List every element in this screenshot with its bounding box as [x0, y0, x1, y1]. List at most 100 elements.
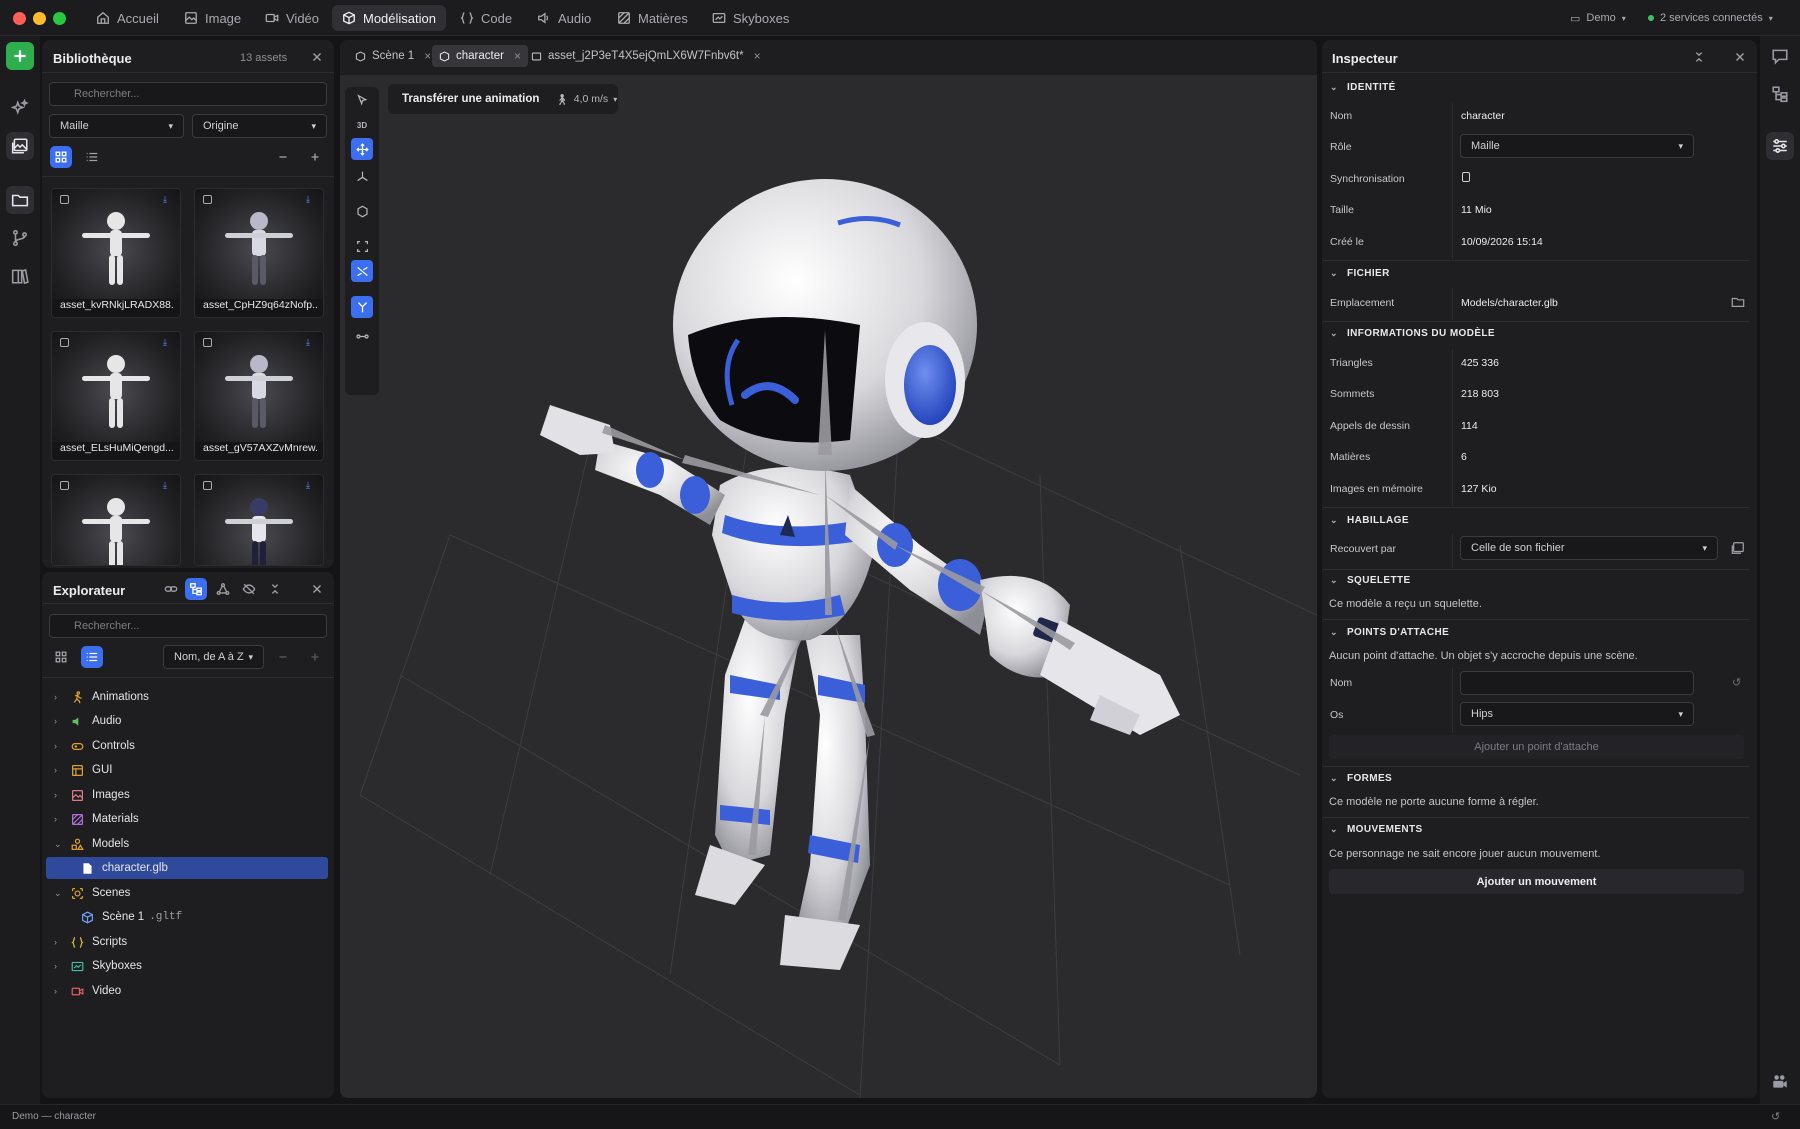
bone-view-tool[interactable] — [351, 260, 373, 282]
explorer-search-input[interactable]: Rechercher... — [49, 614, 327, 638]
role-select[interactable]: Maille ▾ — [1460, 134, 1694, 158]
tab-video[interactable]: Vidéo — [255, 5, 329, 31]
tree-item-models[interactable]: ⌄ Models — [46, 833, 328, 855]
asset-card[interactable]: ⤓ asset_gV57AXZvMnrew... — [194, 331, 324, 461]
tab-image[interactable]: Image — [174, 5, 251, 31]
tree-item-scripts[interactable]: › Scripts — [46, 931, 328, 953]
open-folder-button[interactable] — [1727, 291, 1749, 313]
inspector-toggle-button[interactable] — [1766, 132, 1794, 160]
add-button[interactable] — [6, 42, 34, 70]
maximize-window-button[interactable] — [53, 12, 66, 25]
material-library-button[interactable] — [1727, 537, 1749, 559]
axes-tool[interactable] — [351, 165, 373, 187]
project-selector[interactable]: ▭ Demo ▾ — [1570, 5, 1626, 31]
section-attach-header[interactable]: ⌄ POINTS D'ATTACHE — [1330, 627, 1449, 638]
tree-item-scene-1[interactable]: Scène 1 .gltf — [46, 906, 328, 928]
origin-filter-select[interactable]: Origine ▾ — [192, 114, 327, 138]
tree-item-animations[interactable]: › Animations — [46, 686, 328, 708]
section-shapes-header[interactable]: ⌄ FORMES — [1330, 773, 1392, 784]
tab-skyboxes[interactable]: Skyboxes — [702, 5, 799, 31]
add-attach-point-button[interactable]: Ajouter un point d'attache — [1329, 735, 1744, 759]
close-tab-icon[interactable]: × — [754, 49, 761, 63]
skeleton-tool[interactable] — [351, 296, 373, 318]
tab-code[interactable]: Code — [450, 5, 522, 31]
asset-card[interactable]: ⤓ — [51, 474, 181, 566]
3d-tool[interactable]: 3D — [351, 114, 373, 136]
tree-item-materials[interactable]: › Materials — [46, 808, 328, 830]
tab-audio[interactable]: Audio — [527, 5, 601, 31]
asset-card[interactable]: ⤓ asset_CpHZ9q64zNofp... — [194, 188, 324, 318]
rail-explorer-button[interactable] — [6, 186, 34, 214]
zoom-out-button[interactable] — [272, 646, 294, 668]
sort-select[interactable]: Nom, de A à Z ▾ — [163, 645, 264, 669]
hide-button[interactable] — [238, 578, 260, 600]
close-tab-icon[interactable]: × — [514, 49, 521, 63]
section-moves-header[interactable]: ⌄ MOUVEMENTS — [1330, 824, 1423, 835]
tree-item-skyboxes[interactable]: › Skyboxes — [46, 955, 328, 977]
tree-item-character-glb[interactable]: character.glb — [46, 857, 328, 879]
chat-button[interactable] — [1766, 42, 1794, 70]
list-view-button[interactable] — [81, 146, 103, 168]
tree-item-video[interactable]: › Video — [46, 980, 328, 1002]
section-file-header[interactable]: ⌄ FICHIER — [1330, 268, 1390, 279]
history-icon[interactable]: ↺ — [1771, 1110, 1780, 1123]
bone-select[interactable]: Hips ▾ — [1460, 702, 1694, 726]
tree-item-controls[interactable]: › Controls — [46, 735, 328, 757]
reset-icon[interactable]: ↺ — [1732, 676, 1741, 689]
attach-name-input[interactable] — [1460, 671, 1694, 695]
grid-view-button[interactable] — [50, 646, 72, 668]
frame-tool[interactable] — [351, 235, 373, 257]
rail-library-button[interactable] — [6, 132, 34, 160]
tab-accueil[interactable]: Accueil — [86, 5, 169, 31]
tab-asset[interactable]: asset_j2P3eT4X5ejQmLX6W7Fnbv6t* × — [524, 45, 768, 67]
close-inspector-button[interactable] — [1729, 46, 1751, 68]
speed-select[interactable]: 🚶︎ 4,0 m/s ▾ — [555, 93, 617, 106]
zoom-in-button[interactable] — [304, 146, 326, 168]
tree-item-images[interactable]: › Images — [46, 784, 328, 806]
type-filter-select[interactable]: Maille ▾ — [49, 114, 184, 138]
grid-view-button[interactable] — [50, 146, 72, 168]
library-search-input[interactable]: Rechercher... — [49, 82, 327, 106]
tab-scene-1[interactable]: Scène 1 × — [348, 45, 438, 67]
asset-card[interactable]: ⤓ asset_ELsHuMiQengd... — [51, 331, 181, 461]
zoom-out-button[interactable] — [272, 146, 294, 168]
close-library-button[interactable] — [306, 46, 328, 68]
minimize-window-button[interactable] — [33, 12, 46, 25]
tree-item-scenes[interactable]: ⌄ Scenes — [46, 882, 328, 904]
covered-by-select[interactable]: Celle de son fichier ▾ — [1460, 536, 1718, 560]
sync-device-icon[interactable] — [1462, 172, 1470, 182]
mesh-tool[interactable] — [351, 200, 373, 222]
tab-matieres[interactable]: Matières — [607, 5, 698, 31]
transfer-animation-button[interactable]: Transférer une animation — [402, 93, 539, 105]
add-move-button[interactable]: Ajouter un mouvement — [1329, 869, 1744, 894]
section-identity-header[interactable]: ⌄ IDENTITÉ — [1330, 82, 1396, 93]
tree-item-gui[interactable]: › GUI — [46, 759, 328, 781]
rail-docs-button[interactable] — [6, 262, 34, 290]
camera-button[interactable] — [1766, 1068, 1794, 1096]
move-tool[interactable] — [351, 138, 373, 160]
asset-card[interactable]: ⤓ — [194, 474, 324, 566]
section-skinning-header[interactable]: ⌄ HABILLAGE — [1330, 515, 1409, 526]
3d-scene[interactable] — [340, 75, 1317, 1098]
link-button[interactable] — [160, 578, 182, 600]
collapse-all-button[interactable] — [264, 578, 286, 600]
asset-card[interactable]: ⤓ asset_kvRNkjLRADX88... — [51, 188, 181, 318]
select-tool[interactable] — [351, 89, 373, 111]
section-skeleton-header[interactable]: ⌄ SQUELETTE — [1330, 575, 1411, 586]
tab-modelisation[interactable]: Modélisation — [332, 5, 446, 31]
rail-git-button[interactable] — [6, 224, 34, 252]
outline-button[interactable] — [1766, 80, 1794, 108]
list-view-button[interactable] — [81, 646, 103, 668]
zoom-in-button[interactable] — [304, 646, 326, 668]
section-model-info-header[interactable]: ⌄ INFORMATIONS DU MODÈLE — [1330, 328, 1495, 339]
tab-character[interactable]: character × — [432, 45, 528, 67]
close-tab-icon[interactable]: × — [424, 49, 431, 63]
collapse-inspector-button[interactable] — [1688, 46, 1710, 68]
rail-ai-button[interactable] — [6, 94, 34, 122]
services-status[interactable]: 2 services connectés ▾ — [1648, 5, 1773, 31]
joint-tool[interactable] — [351, 325, 373, 347]
close-explorer-button[interactable] — [306, 578, 328, 600]
nodes-button[interactable] — [212, 578, 234, 600]
hierarchy-view-button[interactable] — [185, 578, 207, 600]
tree-item-audio[interactable]: › Audio — [46, 710, 328, 732]
